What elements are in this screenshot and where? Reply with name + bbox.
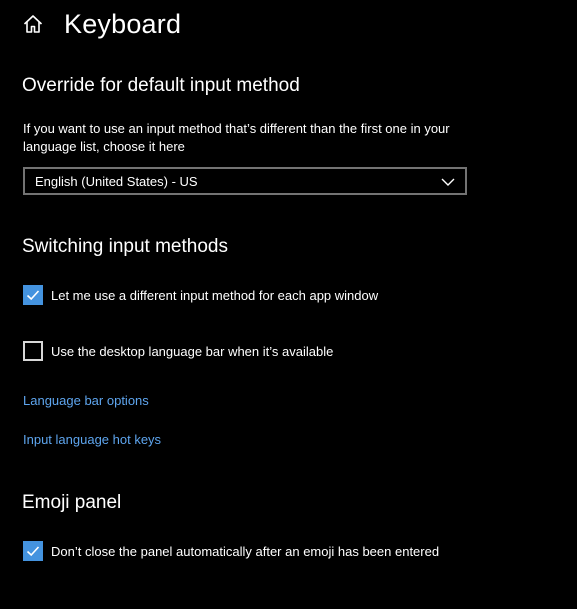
- emoji-keep-open-checkbox-row[interactable]: Don’t close the panel automatically afte…: [23, 541, 439, 561]
- switching-heading: Switching input methods: [22, 236, 228, 257]
- page-title: Keyboard: [64, 8, 182, 39]
- page-header: Keyboard: [22, 6, 181, 42]
- chevron-down-icon: [441, 175, 455, 186]
- checkmark-icon: [26, 290, 40, 301]
- checkmark-icon: [26, 546, 40, 557]
- input-method-dropdown[interactable]: English (United States) - US: [23, 167, 467, 195]
- emoji-heading: Emoji panel: [22, 492, 122, 513]
- input-language-hot-keys-link[interactable]: Input language hot keys: [23, 432, 161, 447]
- override-description: If you want to use an input method that’…: [23, 121, 450, 154]
- emoji-keep-open-checkbox[interactable]: [23, 541, 43, 561]
- language-bar-checkbox-row[interactable]: Use the desktop language bar when it’s a…: [23, 341, 333, 361]
- dropdown-selected-value: English (United States) - US: [35, 173, 198, 189]
- home-icon[interactable]: [22, 13, 44, 35]
- emoji-keep-open-label: Don’t close the panel automatically afte…: [51, 543, 440, 559]
- language-bar-options-link[interactable]: Language bar options: [23, 393, 149, 408]
- per-app-input-label: Let me use a different input method for …: [51, 287, 379, 303]
- override-heading: Override for default input method: [22, 75, 300, 96]
- per-app-input-checkbox[interactable]: [23, 285, 43, 305]
- language-bar-checkbox[interactable]: [23, 341, 43, 361]
- language-bar-label: Use the desktop language bar when it’s a…: [51, 343, 334, 359]
- per-app-input-checkbox-row[interactable]: Let me use a different input method for …: [23, 285, 378, 305]
